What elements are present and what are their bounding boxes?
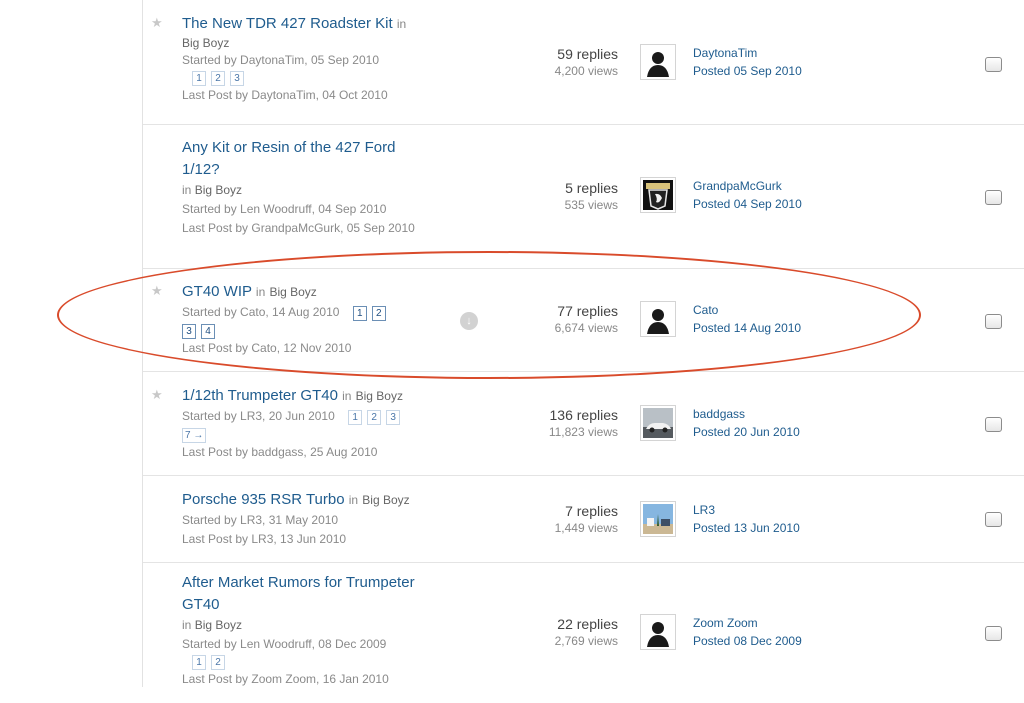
pagination: 123 — [182, 70, 432, 87]
avatar[interactable] — [640, 177, 676, 213]
select-checkbox[interactable] — [985, 417, 1002, 432]
last-post-by: Last Post by DaytonaTim, 04 Oct 2010 — [182, 88, 388, 103]
page-link[interactable]: 4 — [201, 323, 215, 339]
last-post-by: Last Post by baddgass, 25 Aug 2010 — [182, 444, 378, 459]
avatar[interactable] — [640, 501, 676, 537]
user-silhouette-icon — [643, 617, 673, 647]
forum-link[interactable]: Big Boyz — [195, 183, 242, 197]
landscape-photo-icon — [643, 504, 673, 534]
page-link[interactable]: 2 — [371, 305, 386, 321]
avatar[interactable] — [640, 405, 676, 441]
select-checkbox[interactable] — [985, 314, 1002, 329]
page-link[interactable]: 7 → — [182, 427, 207, 443]
last-post-by: Last Post by Cato, 12 Nov 2010 — [182, 340, 352, 355]
last-poster-link[interactable]: Zoom Zoom — [693, 614, 802, 632]
topic-title-link[interactable]: Any Kit or Resin of the 427 Ford 1/12? — [182, 139, 395, 178]
started-by: Started by LR3, 20 Jun 2010 — [182, 409, 335, 423]
select-checkbox[interactable] — [985, 512, 1002, 527]
views-count: 1,449 views — [554, 521, 618, 535]
star-icon[interactable]: ★ — [151, 16, 163, 30]
avatar[interactable] — [640, 301, 676, 337]
views-count: 6,674 views — [554, 321, 618, 335]
last-poster-link[interactable]: Cato — [693, 301, 801, 319]
select-checkbox[interactable] — [985, 57, 1002, 72]
forum-link[interactable]: Big Boyz — [195, 618, 242, 632]
topic-title-link[interactable]: GT40 WIP — [182, 283, 252, 300]
topic-row: ★ 1/12th Trumpeter GT40 in Big Boyz Star… — [143, 372, 1024, 476]
left-panel — [0, 0, 143, 687]
topic-row: Porsche 935 RSR Turbo in Big Boyz Starte… — [143, 476, 1024, 563]
forum-link[interactable]: Big Boyz — [269, 285, 316, 299]
avatar[interactable] — [640, 614, 676, 650]
last-post-date-link[interactable]: Posted 13 Jun 2010 — [693, 519, 800, 537]
topic-row: ★ The New TDR 427 Roadster Kit in Big Bo… — [143, 0, 1024, 125]
started-by: Started by Len Woodruff, 04 Sep 2010 — [182, 202, 387, 216]
started-by: Started by DaytonaTim, 05 Sep 2010 — [182, 53, 380, 67]
last-post-date-link[interactable]: Posted 20 Jun 2010 — [693, 423, 800, 441]
views-count: 535 views — [564, 198, 618, 212]
page-link[interactable]: 3 — [182, 323, 196, 339]
page-link[interactable]: 1 — [192, 71, 206, 87]
topic-title-link[interactable]: After Market Rumors for Trumpeter GT40 — [182, 574, 415, 613]
last-post-date-link[interactable]: Posted 08 Dec 2009 — [693, 632, 802, 650]
page-link[interactable]: 2 — [367, 409, 382, 425]
page-link[interactable]: 3 — [386, 409, 401, 425]
last-poster-link[interactable]: LR3 — [693, 501, 800, 519]
car-photo-icon — [643, 408, 673, 438]
views-count: 4,200 views — [554, 64, 618, 78]
last-post-date-link[interactable]: Posted 04 Sep 2010 — [693, 195, 802, 213]
forum-link[interactable]: Big Boyz — [356, 389, 403, 403]
pagination: 123 — [348, 407, 405, 426]
forum-link[interactable]: Big Boyz — [182, 36, 229, 50]
star-icon[interactable]: ★ — [151, 388, 163, 402]
topic-title-link[interactable]: The New TDR 427 Roadster Kit — [182, 15, 393, 32]
pagination: 12 — [352, 303, 391, 322]
topic-list: ★ The New TDR 427 Roadster Kit in Big Bo… — [143, 0, 1024, 687]
page-link[interactable]: 2 — [211, 655, 225, 671]
started-by: Started by Len Woodruff, 08 Dec 2009 — [182, 637, 387, 651]
avatar[interactable] — [640, 44, 676, 80]
replies-count: 136 replies — [549, 407, 619, 423]
last-post-by: Last Post by Zoom Zoom, 16 Jan 2010 — [182, 672, 389, 687]
topic-title-link[interactable]: Porsche 935 RSR Turbo — [182, 491, 345, 508]
user-silhouette-icon — [643, 304, 673, 334]
topic-row: ★ GT40 WIP in Big Boyz Started by Cato, … — [143, 269, 1024, 372]
select-checkbox[interactable] — [985, 626, 1002, 641]
replies-count: 7 replies — [565, 503, 618, 519]
replies-count: 59 replies — [557, 46, 618, 62]
views-count: 11,823 views — [548, 425, 618, 439]
page-link[interactable]: 3 — [230, 71, 244, 87]
select-checkbox[interactable] — [985, 190, 1002, 205]
last-poster-link[interactable]: baddgass — [693, 405, 800, 423]
eagle-patch-icon — [643, 180, 673, 210]
topic-row: Any Kit or Resin of the 427 Ford 1/12? i… — [143, 125, 1024, 269]
page-link[interactable]: 2 — [211, 71, 225, 87]
started-by: Started by Cato, 14 Aug 2010 — [182, 305, 340, 319]
started-by: Started by LR3, 31 May 2010 — [182, 513, 339, 527]
download-icon[interactable]: ↓ — [460, 312, 478, 330]
replies-count: 22 replies — [557, 616, 618, 632]
last-poster-link[interactable]: DaytonaTim — [693, 44, 802, 62]
page-link[interactable]: 1 — [352, 305, 367, 321]
replies-count: 5 replies — [565, 180, 618, 196]
last-post-date-link[interactable]: Posted 14 Aug 2010 — [693, 319, 801, 337]
page-link[interactable]: 1 — [192, 655, 206, 671]
last-poster-link[interactable]: GrandpaMcGurk — [693, 177, 802, 195]
user-silhouette-icon — [643, 47, 673, 77]
topic-row: After Market Rumors for Trumpeter GT40 i… — [143, 563, 1024, 703]
page-link[interactable]: 1 — [348, 409, 363, 425]
replies-count: 77 replies — [557, 303, 618, 319]
forum-link[interactable]: Big Boyz — [362, 493, 409, 507]
topic-title-link[interactable]: 1/12th Trumpeter GT40 — [182, 387, 338, 404]
last-post-by: Last Post by LR3, 13 Jun 2010 — [182, 532, 347, 546]
star-icon[interactable]: ★ — [151, 284, 163, 298]
views-count: 2,769 views — [554, 634, 618, 648]
last-post-by: Last Post by GrandpaMcGurk, 05 Sep 2010 — [182, 221, 415, 235]
last-post-date-link[interactable]: Posted 05 Sep 2010 — [693, 62, 802, 80]
pagination: 12 — [182, 654, 427, 671]
